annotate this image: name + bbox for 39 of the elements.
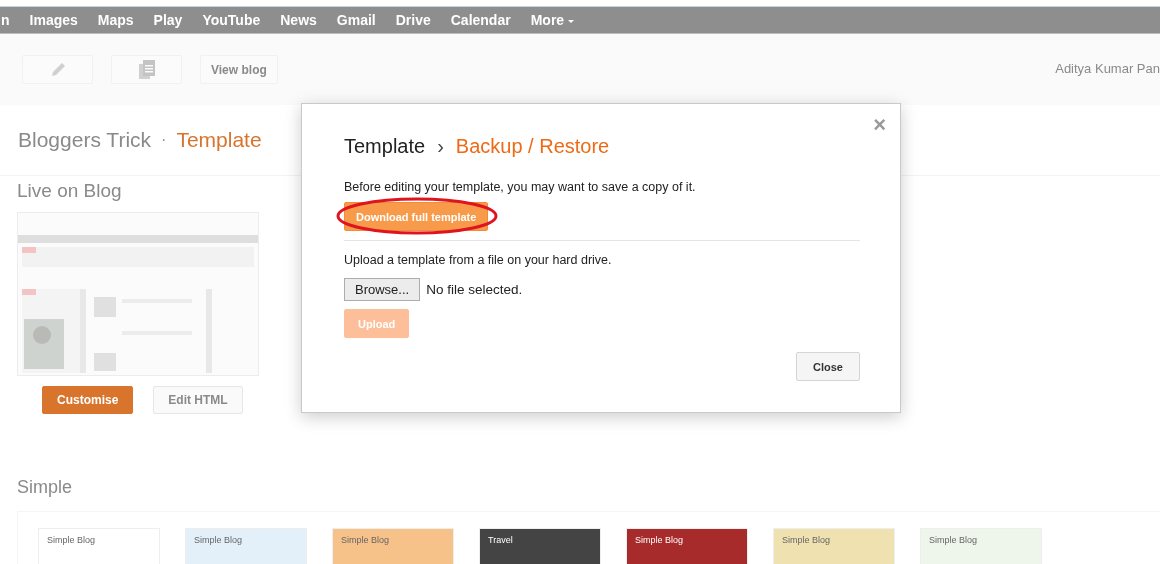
download-button[interactable]: Download full template xyxy=(344,202,489,231)
nav-link[interactable]: n xyxy=(1,12,10,28)
nav-link[interactable]: Images xyxy=(29,12,78,28)
blog-name: Bloggers Trick xyxy=(18,128,152,152)
user-name[interactable]: Aditya Kumar Pan xyxy=(1055,61,1160,76)
close-button[interactable]: Close xyxy=(796,352,860,381)
template-thumbnail[interactable]: Simple Blog xyxy=(38,528,160,564)
nav-link[interactable]: Play xyxy=(153,12,183,28)
nav-link[interactable]: Drive xyxy=(395,12,431,28)
template-thumbnail[interactable]: Simple Blog xyxy=(332,528,454,564)
section-heading: Live on Blog xyxy=(17,180,122,202)
pages-button[interactable] xyxy=(111,55,182,84)
view-blog-button[interactable]: View blog xyxy=(200,55,278,84)
page-title: Template xyxy=(176,128,262,152)
template-thumbnail[interactable]: Simple Blog xyxy=(626,528,748,564)
section-heading: Simple xyxy=(17,477,73,498)
nav-link[interactable]: Maps xyxy=(97,12,134,28)
dialog-title: Template xyxy=(344,135,426,158)
close-icon[interactable]: × xyxy=(873,114,886,136)
template-thumbnail[interactable]: Simple Blog xyxy=(773,528,895,564)
nav-link[interactable]: More xyxy=(530,12,575,28)
backup-text: Before editing your template, you may want to save a copy of it. xyxy=(344,180,697,194)
breadcrumb-separator: › xyxy=(437,135,444,158)
upload-text: Upload a template from a file on your hard drive. xyxy=(344,253,613,267)
edit-html-button[interactable]: Edit HTML xyxy=(153,386,243,414)
customise-button[interactable]: Customise xyxy=(42,386,134,414)
edit-button[interactable] xyxy=(22,55,93,84)
nav-link[interactable]: Calendar xyxy=(450,12,511,28)
browse-button[interactable]: Browse... xyxy=(344,278,421,301)
nav-link[interactable]: Gmail xyxy=(336,12,376,28)
template-thumbnail[interactable]: Simple Blog xyxy=(920,528,1042,564)
file-status: No file selected. xyxy=(426,282,523,297)
nav-link[interactable]: YouTube xyxy=(202,12,261,28)
template-thumbnail[interactable]: Simple Blog xyxy=(185,528,307,564)
dialog-subtitle: Backup / Restore xyxy=(455,135,610,158)
separator: · xyxy=(161,131,167,149)
document-icon xyxy=(138,59,155,80)
template-thumbnail[interactable]: Travel xyxy=(479,528,601,564)
nav-link[interactable]: News xyxy=(280,12,317,28)
